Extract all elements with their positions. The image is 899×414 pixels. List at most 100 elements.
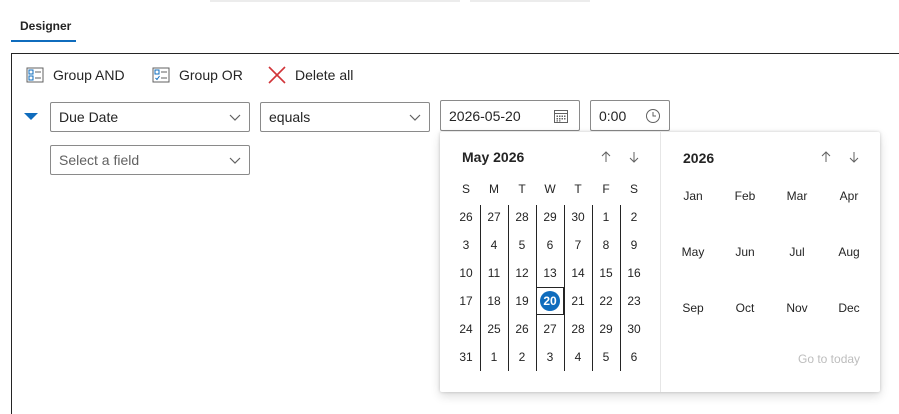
operator-dropdown-value: equals — [269, 109, 311, 125]
month-option[interactable]: Apr — [827, 189, 871, 203]
field-dropdown[interactable]: Due Date — [50, 102, 250, 132]
selected-day[interactable]: 20 — [540, 291, 560, 311]
delete-all-label: Delete all — [295, 67, 354, 83]
group-and-label: Group AND — [53, 67, 125, 83]
group-or-button[interactable]: Group OR — [151, 64, 243, 86]
tab-designer[interactable]: Designer — [11, 10, 80, 42]
go-to-today-link[interactable]: Go to today — [798, 352, 860, 366]
calendar-day[interactable]: 7 — [564, 233, 592, 257]
calendar-day[interactable]: 12 — [508, 261, 536, 285]
weekday-header: W — [544, 182, 556, 196]
calendar-day[interactable]: 2 — [620, 205, 648, 229]
calendar-day[interactable]: 30 — [620, 317, 648, 341]
calendar-day[interactable]: 19 — [508, 289, 536, 313]
top-bar-left — [210, 0, 460, 2]
month-option[interactable]: Sep — [671, 301, 715, 315]
calendar-day[interactable]: 13 — [536, 261, 564, 285]
next-year-arrow-down-icon[interactable] — [846, 149, 862, 165]
date-picker-popup: May 2026 SMTWTFS 26 27 28 29 30 1 2 3 4 5 6 7 8 9 10 11… — [440, 132, 880, 392]
weekday-header: T — [574, 182, 582, 196]
month-option[interactable]: Aug — [827, 245, 871, 259]
calendar-day[interactable]: 18 — [480, 289, 508, 313]
calendar-day[interactable]: 11 — [480, 261, 508, 285]
calendar-day[interactable]: 6 — [620, 345, 648, 369]
month-option[interactable]: Oct — [723, 301, 767, 315]
calendar-day[interactable]: 3 — [452, 233, 480, 257]
chevron-down-icon — [229, 157, 241, 164]
chevron-down-icon — [229, 114, 241, 121]
month-option[interactable]: Jun — [723, 245, 767, 259]
calendar-day[interactable]: 4 — [480, 233, 508, 257]
calendar-day[interactable]: 29 — [592, 317, 620, 341]
calendar-day[interactable]: 21 — [564, 289, 592, 313]
column-separator — [508, 205, 509, 371]
weekday-header: M — [489, 182, 499, 196]
calendar-day[interactable]: 2 — [508, 345, 536, 369]
time-input-value: 0:00 — [599, 107, 627, 124]
column-separator — [592, 205, 593, 371]
month-option[interactable]: Feb — [723, 189, 767, 203]
calendar-day[interactable]: 27 — [536, 317, 564, 341]
weekday-header: S — [629, 182, 638, 196]
month-title[interactable]: May 2026 — [462, 149, 524, 165]
calendar-day[interactable]: 14 — [564, 261, 592, 285]
calendar-day[interactable]: 26 — [508, 317, 536, 341]
clock-icon[interactable] — [645, 108, 661, 124]
calendar-icon[interactable] — [553, 108, 569, 124]
calendar-day[interactable]: 5 — [508, 233, 536, 257]
month-option[interactable]: Nov — [775, 301, 819, 315]
chevron-down-icon — [409, 114, 421, 121]
column-separator — [564, 205, 565, 371]
weekday-header: F — [602, 182, 610, 196]
calendar-day[interactable]: 27 — [480, 205, 508, 229]
calendar-day[interactable]: 26 — [452, 205, 480, 229]
date-input[interactable]: 2026-05-20 — [440, 100, 580, 131]
tab-designer-underline — [11, 40, 76, 42]
calendar-day[interactable]: 1 — [592, 205, 620, 229]
calendar-day[interactable]: 16 — [620, 261, 648, 285]
calendar-day[interactable]: 28 — [564, 317, 592, 341]
month-option[interactable]: Mar — [775, 189, 819, 203]
next-month-arrow-down-icon[interactable] — [626, 149, 642, 165]
calendar-day[interactable]: 1 — [480, 345, 508, 369]
collapse-caret-icon[interactable] — [24, 113, 38, 120]
calendar-day[interactable]: 9 — [620, 233, 648, 257]
prev-year-arrow-up-icon[interactable] — [818, 149, 834, 165]
calendar-day[interactable]: 31 — [452, 345, 480, 369]
calendar-day[interactable]: 4 — [564, 345, 592, 369]
month-option[interactable]: Dec — [827, 301, 871, 315]
group-or-icon — [152, 67, 170, 83]
column-separator — [480, 205, 481, 371]
calendar-day[interactable]: 5 — [592, 345, 620, 369]
calendar-day[interactable]: 30 — [564, 205, 592, 229]
select-field-placeholder: Select a field — [59, 152, 140, 168]
month-option[interactable]: Jul — [775, 245, 819, 259]
calendar-day[interactable]: 17 — [452, 289, 480, 313]
month-option[interactable]: Jan — [671, 189, 715, 203]
calendar-day[interactable]: 8 — [592, 233, 620, 257]
delete-all-button[interactable]: Delete all — [267, 64, 353, 86]
month-option[interactable]: May — [671, 245, 715, 259]
calendar-day[interactable]: 28 — [508, 205, 536, 229]
prev-month-arrow-up-icon[interactable] — [598, 149, 614, 165]
group-or-label: Group OR — [179, 67, 243, 83]
calendar-day[interactable]: 3 — [536, 345, 564, 369]
operator-dropdown[interactable]: equals — [260, 102, 430, 132]
column-separator — [620, 205, 621, 371]
calendar-day[interactable]: 6 — [536, 233, 564, 257]
calendar-day[interactable]: 25 — [480, 317, 508, 341]
calendar-day[interactable]: 22 — [592, 289, 620, 313]
year-title[interactable]: 2026 — [683, 150, 714, 166]
calendar-day[interactable]: 10 — [452, 261, 480, 285]
group-and-icon — [26, 67, 44, 83]
group-and-button[interactable]: Group AND — [25, 64, 125, 86]
time-input[interactable]: 0:00 — [590, 100, 670, 131]
calendar-day[interactable]: 29 — [536, 205, 564, 229]
calendar-day[interactable]: 24 — [452, 317, 480, 341]
top-bar-right — [470, 0, 590, 2]
calendar-day[interactable]: 23 — [620, 289, 648, 313]
date-input-value: 2026-05-20 — [449, 107, 521, 124]
calendar-day[interactable]: 15 — [592, 261, 620, 285]
close-icon — [268, 66, 286, 84]
select-field-dropdown[interactable]: Select a field — [50, 145, 250, 175]
